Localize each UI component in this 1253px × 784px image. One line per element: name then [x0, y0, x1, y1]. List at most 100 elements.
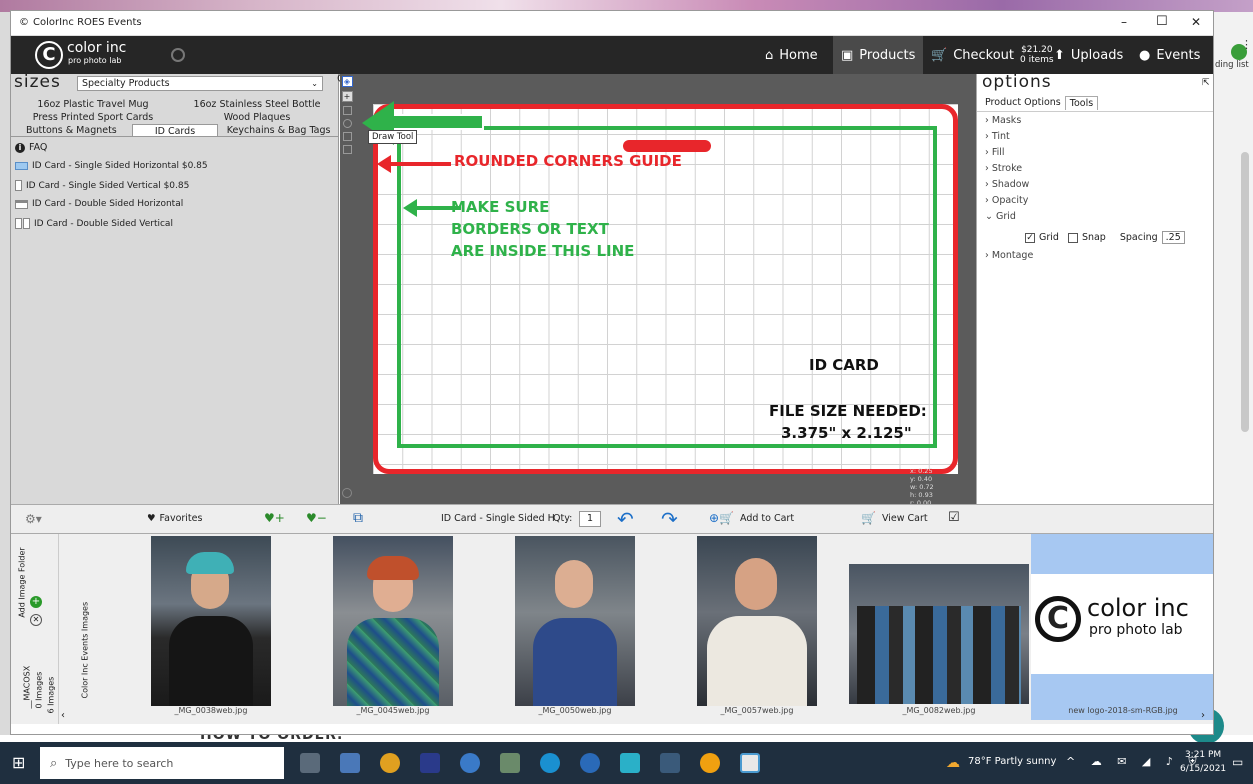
remove-favorite-icon[interactable]: ♥−: [306, 511, 327, 525]
product-item-double-horizontal[interactable]: ID Card - Double Sided Horizontal: [15, 199, 183, 209]
scroll-right-icon[interactable]: ›: [1201, 710, 1205, 721]
circle-tool-icon[interactable]: [342, 119, 352, 128]
chrome-icon[interactable]: [380, 753, 400, 773]
draw-tool-icon[interactable]: +: [341, 91, 353, 102]
weather-text[interactable]: 78°F Partly sunny: [968, 756, 1056, 767]
redo-icon[interactable]: ↷: [661, 507, 678, 531]
spacing-input[interactable]: .25: [1161, 231, 1185, 244]
canvas-toolbox: ◈ +: [340, 76, 354, 226]
folder-macosx[interactable]: __MACOSX: [23, 629, 32, 709]
folder-events-images[interactable]: Color Inc Events Images: [81, 579, 90, 699]
tab-wood-plaques[interactable]: Wood Plaques: [175, 111, 339, 124]
snap-checkbox[interactable]: [1067, 232, 1078, 243]
browser-scrollbar[interactable]: [1241, 152, 1249, 432]
settings-gear-icon[interactable]: ⚙▾: [25, 512, 42, 526]
frame-tool-icon[interactable]: [342, 145, 352, 154]
task-view-icon[interactable]: [300, 753, 320, 773]
taskbar-search[interactable]: ⌕ Type here to search: [40, 747, 284, 779]
nav-home[interactable]: ⌂ Home: [757, 36, 826, 74]
windows-start-icon[interactable]: ⊞: [12, 753, 25, 772]
select-tool-icon[interactable]: ◈: [341, 76, 353, 87]
maximize-button[interactable]: ☐: [1156, 14, 1168, 29]
category-select[interactable]: Specialty Products ⌄: [77, 76, 323, 91]
option-stroke[interactable]: › Stroke: [985, 163, 1022, 174]
app-icon-play[interactable]: [700, 753, 720, 773]
bottom-toolbar: ⚙▾ ♥ Favorites ♥+ ♥− ⧉ ID Card - Single S…: [11, 504, 1213, 534]
horizontal-card-icon: [15, 162, 28, 170]
approve-checkbox-icon[interactable]: ☑: [948, 510, 960, 525]
add-cart-icon: ⊕🛒: [709, 511, 734, 525]
photo-thumbnail-2[interactable]: [333, 536, 453, 706]
nav-products[interactable]: ▣ Products: [833, 36, 923, 74]
nav-events[interactable]: ● Events: [1131, 36, 1208, 74]
tab-buttons-magnets[interactable]: Buttons & Magnets: [11, 124, 132, 136]
app-icon-n[interactable]: [420, 753, 440, 773]
app-icon-blue[interactable]: [460, 753, 480, 773]
app-icon-roes[interactable]: [740, 753, 760, 773]
photo-thumbnail-4[interactable]: [697, 536, 817, 706]
photo-thumbnail-3[interactable]: [515, 536, 635, 706]
tab-plastic-mug[interactable]: 16oz Plastic Travel Mug: [11, 98, 175, 111]
rectangle-tool-icon[interactable]: [342, 132, 352, 141]
photo-thumbnail-6-selected[interactable]: C color inc pro photo lab: [1031, 534, 1213, 720]
folder-macosx-count: 0 Images: [34, 671, 44, 709]
notifications-icon[interactable]: ▭: [1232, 755, 1243, 769]
portrait-body: [169, 616, 253, 706]
qty-input[interactable]: 1: [579, 511, 601, 527]
tab-product-options[interactable]: Product Options: [981, 96, 1065, 110]
chevron-right-icon: ›: [985, 250, 989, 261]
app-icon-monitor[interactable]: [660, 753, 680, 773]
add-favorite-icon[interactable]: ♥+: [264, 511, 285, 525]
tab-keychains[interactable]: Keychains & Bag Tags: [218, 124, 339, 136]
photo-thumbnail-1[interactable]: [151, 536, 271, 706]
loading-spinner-icon: [171, 48, 185, 62]
option-grid[interactable]: ⌄ Grid: [985, 211, 1016, 222]
scroll-left-icon[interactable]: ‹: [61, 710, 65, 721]
zoom-reset-icon[interactable]: [342, 488, 352, 498]
product-item-vertical[interactable]: ID Card - Single Sided Vertical $0.85: [15, 180, 189, 191]
remove-folder-icon[interactable]: ✕: [30, 614, 42, 626]
minimize-button[interactable]: –: [1121, 15, 1127, 29]
option-tint[interactable]: › Tint: [985, 131, 1010, 142]
app-icon-teams[interactable]: [540, 753, 560, 773]
green-arrow-head-icon: [403, 199, 417, 217]
option-opacity[interactable]: › Opacity: [985, 195, 1028, 206]
favorites-button[interactable]: ♥ Favorites: [147, 513, 202, 524]
double-vertical-icon-right: [23, 218, 30, 229]
close-button[interactable]: ✕: [1191, 15, 1201, 29]
app-header: C color inc pro photo lab ⌂ Home ▣ Product…: [11, 36, 1213, 74]
add-folder-icon[interactable]: +: [30, 596, 42, 608]
product-item-horizontal[interactable]: ID Card - Single Sided Horizontal $0.85: [15, 161, 208, 171]
tab-tools[interactable]: Tools: [1064, 96, 1099, 110]
app-icon-photos[interactable]: [620, 753, 640, 773]
photo-thumbnail-5[interactable]: [849, 564, 1029, 704]
option-fill[interactable]: › Fill: [985, 147, 1005, 158]
app-icon-globe[interactable]: [580, 753, 600, 773]
layers-icon[interactable]: ⧉: [353, 510, 363, 526]
app-icon-nodes[interactable]: [500, 753, 520, 773]
faq-link[interactable]: i FAQ: [15, 142, 47, 153]
view-cart-button[interactable]: 🛒 View Cart: [861, 511, 928, 525]
grid-checkbox[interactable]: ✓: [1025, 232, 1035, 243]
undo-icon[interactable]: ↶: [617, 507, 634, 531]
menu-dots-icon[interactable]: ⋮: [1241, 38, 1252, 51]
panel-expand-icon[interactable]: ⇱: [1202, 78, 1210, 88]
file-explorer-icon[interactable]: [340, 753, 360, 773]
clock[interactable]: 3:21 PM 6/15/2021: [1180, 748, 1226, 776]
tab-id-cards[interactable]: ID Cards: [131, 124, 219, 136]
tab-sport-cards[interactable]: Press Printed Sport Cards: [11, 111, 175, 124]
option-shadow[interactable]: › Shadow: [985, 179, 1029, 190]
crop-tool-icon[interactable]: [342, 106, 352, 115]
browser-background-left: [0, 12, 10, 742]
nav-uploads[interactable]: ⬆ Uploads: [1046, 36, 1131, 74]
id-card-canvas[interactable]: ROUNDED CORNERS GUIDE MAKE SURE BORDERS …: [373, 104, 958, 474]
nav-checkout[interactable]: 🛒 Checkout $21.20 0 items: [923, 36, 1062, 74]
reading-list-link[interactable]: ding list: [1215, 60, 1249, 70]
add-image-folder-label[interactable]: Add Image Folder: [18, 547, 27, 617]
tab-steel-bottle[interactable]: 16oz Stainless Steel Bottle: [175, 98, 339, 111]
add-to-cart-button[interactable]: ⊕🛒 Add to Cart: [709, 511, 794, 525]
option-montage[interactable]: › Montage: [985, 250, 1033, 261]
product-item-double-vertical[interactable]: ID Card - Double Sided Vertical: [15, 218, 173, 229]
option-masks[interactable]: › Masks: [985, 115, 1021, 126]
app-icon: ©: [19, 17, 29, 28]
